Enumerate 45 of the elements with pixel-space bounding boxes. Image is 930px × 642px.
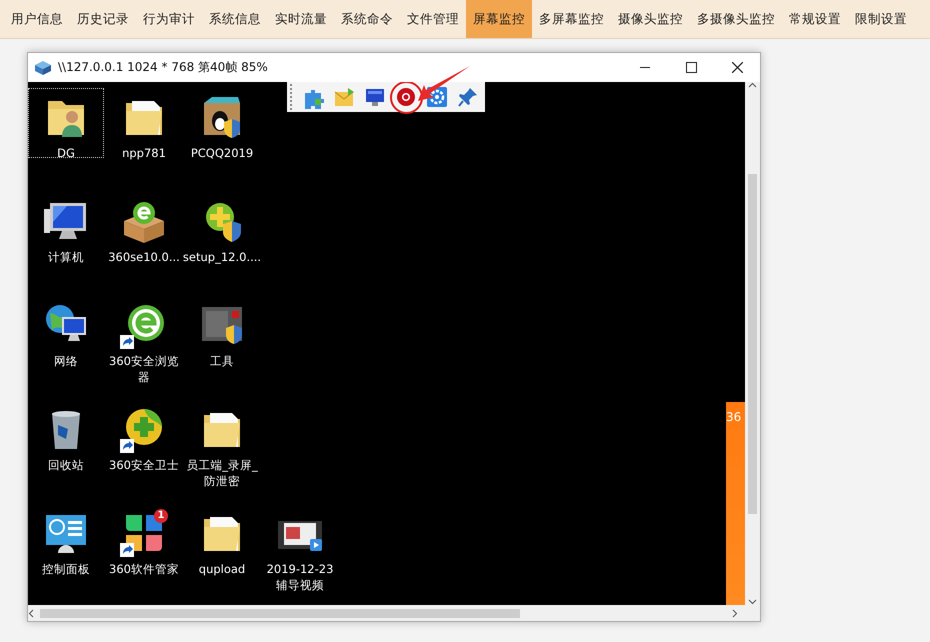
desktop-icon-label: DG	[57, 145, 75, 161]
minimize-icon	[640, 67, 650, 68]
menu-tab[interactable]: 文件管理	[400, 0, 466, 38]
scroll-left-icon[interactable]	[28, 608, 34, 618]
desktop-icon-label: 360软件管家	[109, 561, 179, 577]
desktop-icon-label: 360安全卫士	[109, 457, 179, 473]
desktop-icon-label: 工具	[210, 353, 234, 369]
desktop-icon-label: 2019-12-23 辅导视频	[266, 561, 334, 593]
desktop-icon-label: 360安全浏览器	[108, 353, 180, 385]
scroll-right-icon[interactable]	[732, 608, 738, 618]
desktop-icon-label: 计算机	[48, 249, 84, 265]
menu-tab[interactable]: 系统信息	[202, 0, 268, 38]
desktop-icon-label: 360se10.0...	[108, 249, 180, 265]
desktop-icon-label: qupload	[198, 561, 246, 577]
menu-tab[interactable]: 多屏幕监控	[532, 0, 611, 38]
menu-tab[interactable]: 摄像头监控	[611, 0, 690, 38]
scroll-up-icon[interactable]	[748, 82, 757, 88]
desktop-icon-label: 控制面板	[42, 561, 90, 577]
close-icon	[732, 62, 742, 73]
desktop-icon-label: 员工端_录屏_防泄密	[185, 457, 259, 489]
desktop-icon-label: PCQQ2019	[190, 145, 254, 161]
window-title: \\127.0.0.1 1024 * 768 第40帧 85%	[58, 59, 269, 76]
menu-tab[interactable]: 用户信息	[4, 0, 70, 38]
cube-icon	[34, 60, 52, 76]
lifebuoy-icon[interactable]	[394, 85, 418, 109]
notification-badge: 1	[154, 509, 168, 523]
menu-tab[interactable]: 实时流量	[268, 0, 334, 38]
menu-tab[interactable]: 限制设置	[848, 0, 914, 38]
menu-tab[interactable]: 屏幕监控	[466, 0, 532, 38]
pin-icon[interactable]	[456, 85, 480, 109]
menu-tab[interactable]: 常规设置	[782, 0, 848, 38]
scrollbar-thumb[interactable]	[40, 608, 520, 618]
menu-tab[interactable]: 历史记录	[70, 0, 136, 38]
menu-tab[interactable]: 系统命令	[334, 0, 400, 38]
desktop-icon-label: 回收站	[48, 457, 84, 473]
desktop-icon-label: npp781	[122, 145, 166, 161]
scrollbar-thumb[interactable]	[748, 174, 757, 514]
desktop-icon-label: 网络	[54, 353, 78, 369]
menu-tab[interactable]: 多摄像头监控	[690, 0, 782, 38]
desktop-icon-label: setup_12.0....	[182, 249, 262, 265]
side-panel: 36	[726, 402, 745, 605]
scroll-down-icon[interactable]	[748, 599, 757, 605]
menu-tab[interactable]: 行为审计	[136, 0, 202, 38]
annotation-arrow	[418, 66, 470, 101]
maximize-icon	[686, 62, 696, 73]
